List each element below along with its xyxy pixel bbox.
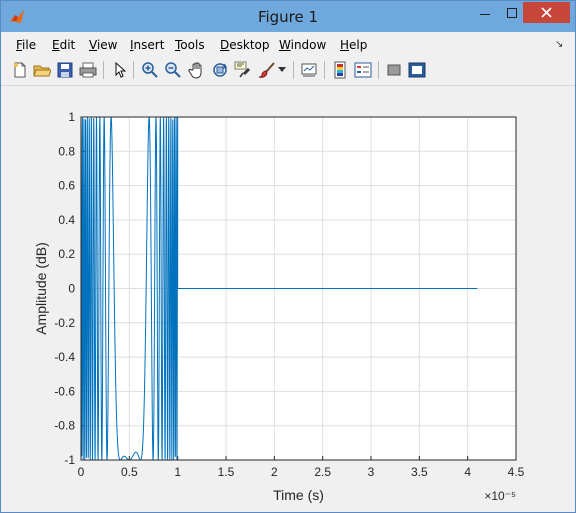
show-plot-tools-icon[interactable] [407,60,427,80]
zoom-out-icon[interactable] [163,60,183,80]
x-tick-label: 4 [464,465,471,479]
data-cursor-icon[interactable] [233,60,253,80]
y-tick-label: 0 [68,282,75,296]
figure-toolbar [1,57,575,86]
insert-colorbar-icon[interactable] [330,60,350,80]
y-tick-label: 1 [68,110,75,124]
figure-window: Figure 1 File Edit View Insert Tools Des… [0,0,576,513]
y-tick-label: 0.6 [58,179,75,193]
menu-edit[interactable]: Edit [52,38,75,52]
y-tick-label: -1 [64,453,75,467]
toolbar-separator [133,61,134,79]
y-tick-label: 0.4 [58,213,75,227]
y-tick-label: -0.8 [54,419,75,433]
toolbar-separator [103,61,104,79]
menu-bar: File Edit View Insert Tools Desktop Wind… [1,32,575,57]
print-icon[interactable] [78,60,98,80]
menu-desktop[interactable]: Desktop [220,38,270,52]
y-tick-label: -0.6 [54,384,75,398]
x-tick-label: 1.5 [218,465,235,479]
y-tick-label: 0.2 [58,247,75,261]
x-tick-label: 3.5 [411,465,428,479]
link-plot-icon[interactable] [299,60,319,80]
menu-tools[interactable]: Tools [175,38,205,52]
x-tick-label: 4.5 [508,465,525,479]
minimize-button[interactable] [471,2,498,23]
y-tick-label: -0.2 [54,316,75,330]
pan-hand-icon[interactable] [187,60,207,80]
menu-file[interactable]: File [16,38,36,52]
x-tick-label: 2.5 [314,465,331,479]
open-file-icon[interactable] [32,60,52,80]
edit-plot-arrow-icon[interactable] [109,60,129,80]
insert-legend-icon[interactable] [353,60,373,80]
minimize-icon [479,13,490,15]
save-icon[interactable] [55,60,75,80]
toolbar-separator [324,61,325,79]
y-tick-label: 0.8 [58,144,75,158]
rotate-3d-icon[interactable] [210,60,230,80]
zoom-in-icon[interactable] [140,60,160,80]
maximize-icon [506,7,517,18]
x-axis-label: Time (s) [273,487,324,503]
dock-figure-icon[interactable]: ↘ [555,39,563,50]
brush-dropdown-icon[interactable] [276,60,288,80]
menu-window[interactable]: Window [279,38,326,52]
x-tick-label: 2 [271,465,278,479]
new-figure-icon[interactable] [10,60,30,80]
hide-plot-tools-icon[interactable] [384,60,404,80]
y-tick-label: -0.4 [54,350,75,364]
maximize-button[interactable] [498,2,525,23]
y-axis-label: Amplitude (dB) [33,242,49,335]
x-tick-label: 0 [78,465,85,479]
x-tick-label: 0.5 [121,465,138,479]
brush-icon[interactable] [257,60,277,80]
menu-help[interactable]: Help [340,38,367,52]
x-tick-label: 3 [368,465,375,479]
menu-view[interactable]: View [89,38,117,52]
title-bar[interactable]: Figure 1 [1,1,575,32]
line-plot[interactable]: 0 0.5 1 1.5 2 2.5 3 3.5 4 4.5 1 0.8 0.6 0.4 0.2 0 -0.2 -0… [1,86,575,512]
toolbar-separator [293,61,294,79]
close-button[interactable] [523,2,570,23]
x-axis-exponent: ×10⁻⁵ [484,489,516,503]
figure-canvas: 0 0.5 1 1.5 2 2.5 3 3.5 4 4.5 1 0.8 0.6 0.4 0.2 0 -0.2 -0… [1,86,575,512]
toolbar-separator [378,61,379,79]
x-tick-label: 1 [174,465,181,479]
menu-insert[interactable]: Insert [130,38,164,52]
close-icon [541,7,552,18]
